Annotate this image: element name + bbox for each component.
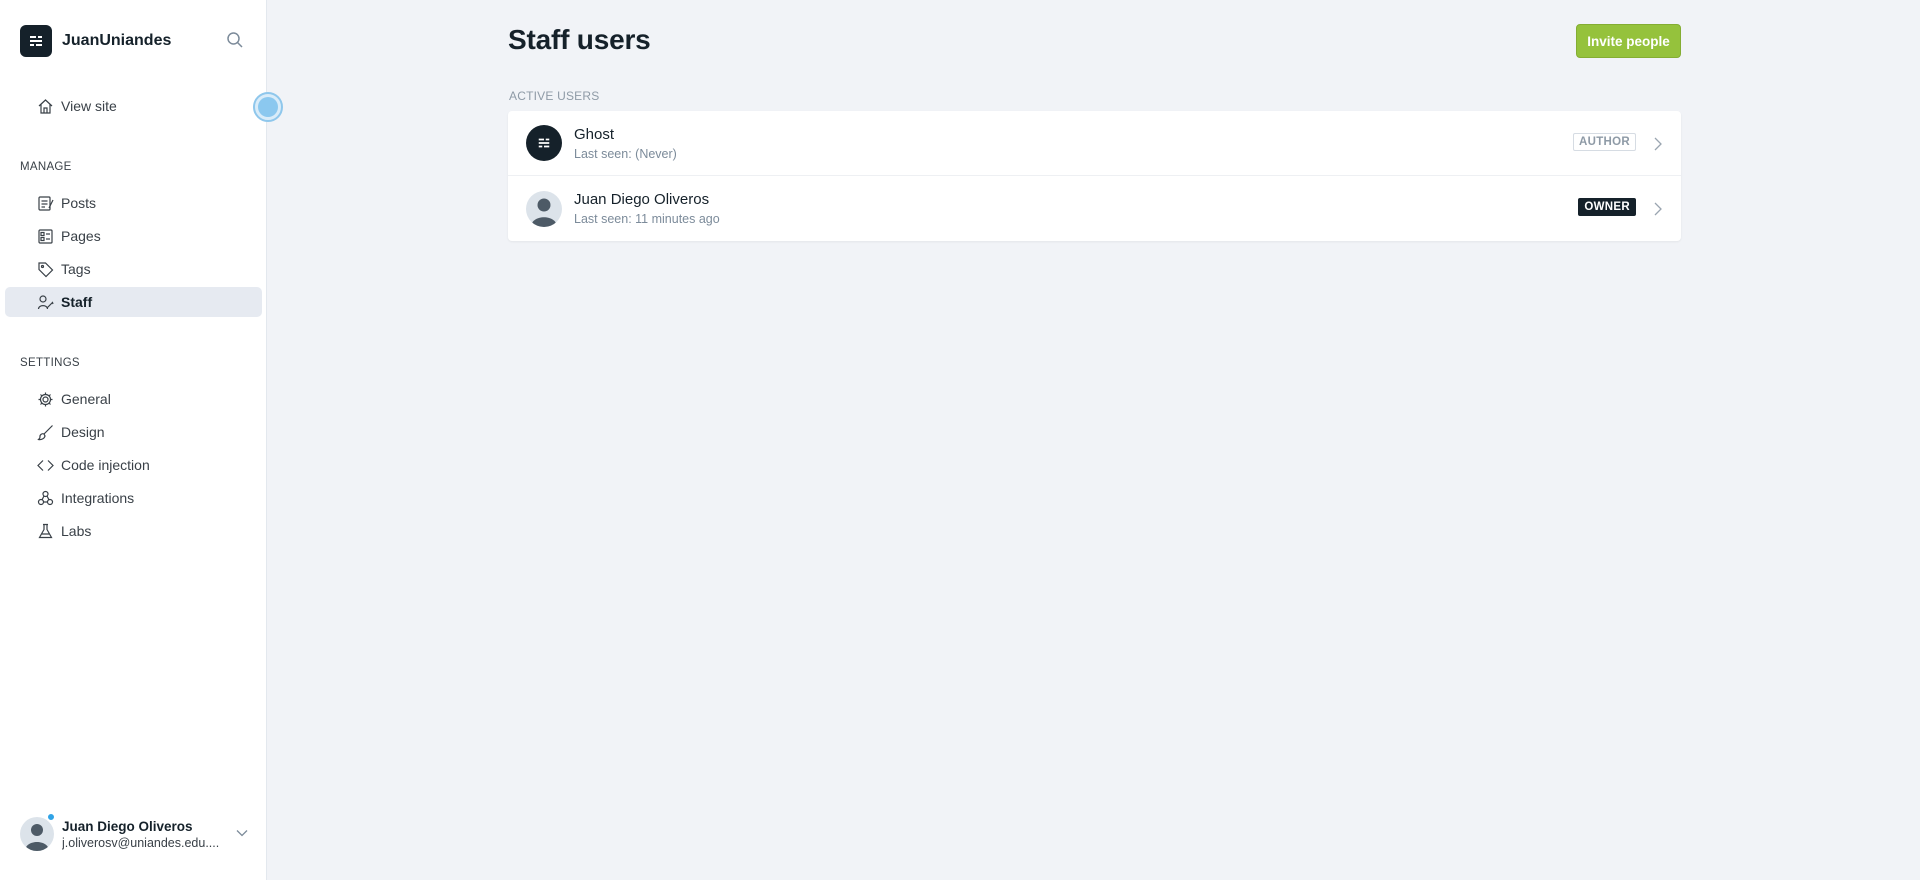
nav-general[interactable]: General bbox=[5, 384, 262, 414]
page-title: Staff users bbox=[508, 24, 651, 55]
nav-label: Tags bbox=[61, 261, 91, 277]
nav-code-injection[interactable]: Code injection bbox=[5, 450, 262, 480]
gear-icon bbox=[35, 389, 55, 409]
nav-label: Posts bbox=[61, 195, 97, 211]
brush-icon bbox=[35, 422, 55, 442]
avatar bbox=[526, 190, 562, 227]
brand[interactable]: JuanUniandes bbox=[20, 25, 171, 57]
nav-view-site[interactable]: View site bbox=[5, 91, 262, 121]
user-name: Juan Diego Oliveros bbox=[62, 818, 193, 834]
chevron-right-icon bbox=[1651, 136, 1665, 157]
integrations-icon bbox=[35, 488, 55, 508]
tag-icon bbox=[35, 259, 55, 279]
nav-label: Staff bbox=[61, 294, 93, 310]
role-badge: OWNER bbox=[1578, 198, 1636, 216]
staff-list: Ghost Last seen: (Never) AUTHOR Juan Die… bbox=[508, 111, 1681, 241]
posts-icon bbox=[35, 193, 55, 213]
nav-integrations[interactable]: Integrations bbox=[5, 483, 262, 513]
avatar bbox=[20, 817, 54, 851]
role-badge: AUTHOR bbox=[1573, 133, 1636, 151]
code-icon bbox=[35, 455, 55, 475]
pages-icon bbox=[35, 226, 55, 246]
ghost-logo-icon bbox=[20, 25, 52, 57]
nav-pages[interactable]: Pages bbox=[5, 221, 262, 251]
invite-people-button[interactable]: Invite people bbox=[1576, 24, 1681, 58]
manage-section-title: MANAGE bbox=[20, 161, 72, 173]
nav-label: Pages bbox=[61, 228, 101, 244]
nav-posts[interactable]: Posts bbox=[5, 188, 262, 218]
flask-icon bbox=[35, 521, 55, 541]
last-seen: Last seen: (Never) bbox=[574, 146, 677, 161]
notification-dot bbox=[46, 812, 56, 822]
home-icon bbox=[35, 96, 55, 116]
settings-section-title: SETTINGS bbox=[20, 357, 80, 369]
active-users-label: ACTIVE USERS bbox=[509, 89, 600, 103]
staff-row-ghost[interactable]: Ghost Last seen: (Never) AUTHOR bbox=[508, 111, 1681, 176]
ghost-avatar-icon bbox=[526, 125, 562, 161]
site-name: JuanUniandes bbox=[62, 32, 172, 49]
staff-name: Ghost bbox=[574, 125, 615, 143]
nav-label: Code injection bbox=[61, 457, 150, 473]
nav-label: Design bbox=[61, 424, 105, 440]
search-icon[interactable] bbox=[226, 31, 246, 51]
nav-labs[interactable]: Labs bbox=[5, 516, 262, 546]
nav-design[interactable]: Design bbox=[5, 417, 262, 447]
staff-name: Juan Diego Oliveros bbox=[574, 191, 710, 208]
view-site-label: View site bbox=[61, 98, 117, 114]
main-content: Staff users Invite people ACTIVE USERS G… bbox=[268, 0, 1920, 880]
staff-icon bbox=[35, 292, 55, 312]
user-menu[interactable]: Juan Diego Oliveros j.oliverosv@uniandes… bbox=[20, 812, 255, 854]
sidebar: JuanUniandes View site MANAGE Posts Page… bbox=[0, 0, 283, 880]
staff-row-owner[interactable]: Juan Diego Oliveros Last seen: 11 minute… bbox=[508, 176, 1681, 241]
nav-label: Integrations bbox=[61, 490, 135, 506]
last-seen: Last seen: 11 minutes ago bbox=[574, 212, 720, 226]
nav-staff[interactable]: Staff bbox=[5, 287, 262, 317]
nav-tags[interactable]: Tags bbox=[5, 254, 262, 284]
user-email: j.oliverosv@uniandes.edu.... bbox=[62, 835, 220, 850]
nav-label: General bbox=[61, 391, 111, 407]
chevron-down-icon bbox=[235, 826, 249, 845]
chevron-right-icon bbox=[1651, 201, 1665, 222]
nav-label: Labs bbox=[61, 523, 92, 539]
